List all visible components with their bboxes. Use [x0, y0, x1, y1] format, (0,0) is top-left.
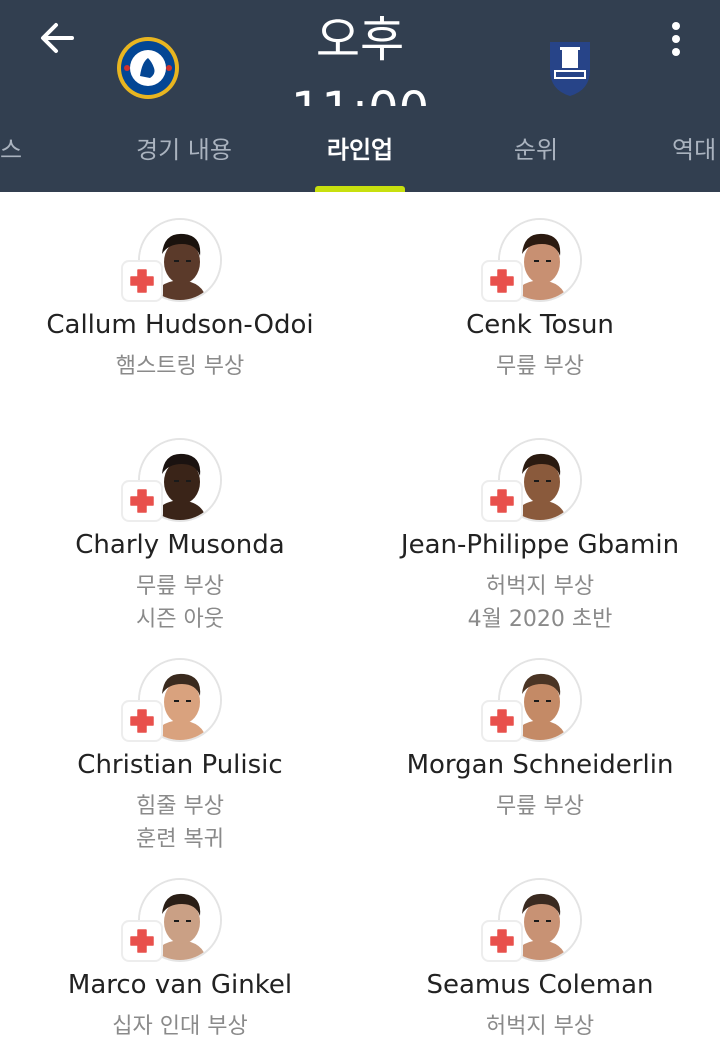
injury-type: 허벅지 부상: [485, 574, 595, 599]
injury-type: 힘줄 부상: [136, 794, 224, 819]
chelsea-crest-icon: [117, 37, 179, 99]
player-name: Christian Pulisic: [77, 750, 283, 780]
injury-type: 허벅지 부상: [485, 1014, 595, 1039]
expected-return: 훈련 복귀: [136, 827, 224, 852]
player-name: Jean-Philippe Gbamin: [400, 530, 680, 560]
injury-icon: [481, 260, 523, 302]
injury-icon: [481, 920, 523, 962]
tab-lineup[interactable]: 라인업: [327, 130, 393, 165]
injury-icon: [121, 480, 163, 522]
injury-type: 십자 인대 부상: [112, 1014, 248, 1039]
match-header: 오후 11:00 뉴스 경기 내용 라인업 순위 역대 전적: [0, 0, 720, 192]
match-time: 오후 11:00: [291, 12, 429, 106]
injury-icon: [121, 700, 163, 742]
player-name: Seamus Coleman: [426, 970, 654, 1000]
player-name: Charly Musonda: [75, 530, 285, 560]
player-name: Marco van Ginkel: [67, 970, 293, 1000]
tab-standings[interactable]: 순위: [514, 130, 558, 165]
injury-type: 햄스트링 부상: [115, 354, 245, 379]
injury-type: 무릎 부상: [496, 354, 584, 379]
tab-news[interactable]: 뉴스: [0, 130, 22, 165]
expected-return: 4월 2020 초반: [467, 607, 613, 632]
active-tab-indicator: [315, 186, 405, 192]
injury-icon: [481, 700, 523, 742]
player-name: Cenk Tosun: [466, 310, 614, 340]
injury-type: 무릎 부상: [496, 794, 584, 819]
injury-icon: [121, 920, 163, 962]
expected-return: 시즌 아웃: [136, 607, 224, 632]
more-options-icon[interactable]: [662, 18, 690, 62]
player-name: Morgan Schneiderlin: [406, 750, 674, 780]
player-name: Callum Hudson-Odoi: [46, 310, 314, 340]
injury-type: 무릎 부상: [136, 574, 224, 599]
tab-bar: 뉴스 경기 내용 라인업 순위 역대 전적: [0, 118, 720, 192]
tab-match-summary[interactable]: 경기 내용: [136, 130, 232, 165]
everton-crest-icon: [550, 42, 590, 96]
back-arrow-icon[interactable]: [34, 16, 80, 62]
injury-icon: [481, 480, 523, 522]
tab-head-to-head[interactable]: 역대 전적: [672, 130, 720, 165]
injury-icon: [121, 260, 163, 302]
